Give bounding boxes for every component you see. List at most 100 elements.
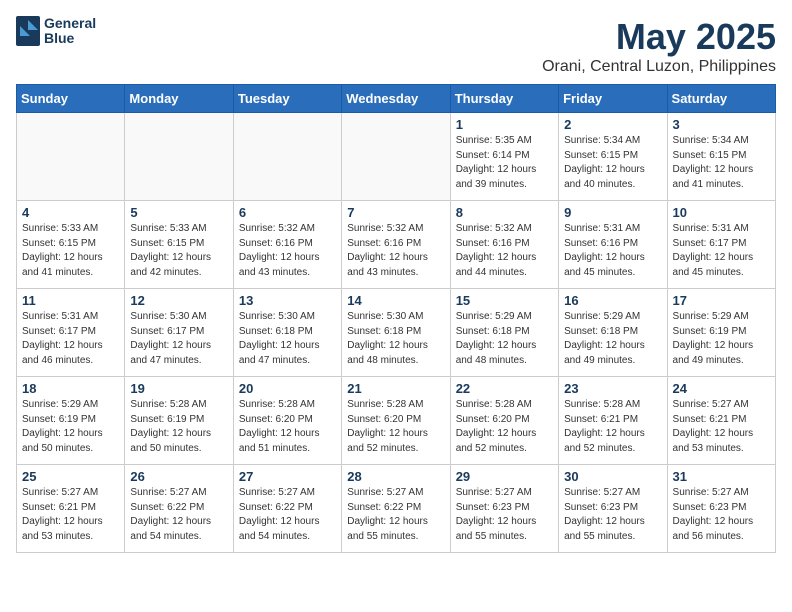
day-number: 6 — [239, 205, 336, 220]
calendar: SundayMondayTuesdayWednesdayThursdayFrid… — [16, 84, 776, 553]
day-info: Sunrise: 5:28 AM Sunset: 6:20 PM Dayligh… — [347, 398, 444, 456]
day-info: Sunrise: 5:29 AM Sunset: 6:19 PM Dayligh… — [673, 310, 770, 368]
day-number: 10 — [673, 205, 770, 220]
calendar-cell: 5 Sunrise: 5:33 AM Sunset: 6:15 PM Daylig… — [125, 201, 233, 289]
day-info: Sunrise: 5:33 AM Sunset: 6:15 PM Dayligh… — [22, 222, 119, 280]
day-number: 17 — [673, 293, 770, 308]
calendar-cell — [17, 113, 125, 201]
calendar-week-row: 11 Sunrise: 5:31 AM Sunset: 6:17 PM Dayli… — [17, 289, 776, 377]
day-header-monday: Monday — [125, 85, 233, 113]
day-info: Sunrise: 5:28 AM Sunset: 6:20 PM Dayligh… — [456, 398, 553, 456]
logo-icon — [16, 16, 40, 46]
calendar-cell: 4 Sunrise: 5:33 AM Sunset: 6:15 PM Daylig… — [17, 201, 125, 289]
logo-line2: Blue — [44, 31, 96, 46]
day-number: 30 — [564, 469, 661, 484]
calendar-cell: 14 Sunrise: 5:30 AM Sunset: 6:18 PM Dayli… — [342, 289, 450, 377]
calendar-header-row: SundayMondayTuesdayWednesdayThursdayFrid… — [17, 85, 776, 113]
day-number: 9 — [564, 205, 661, 220]
calendar-cell — [125, 113, 233, 201]
calendar-cell: 26 Sunrise: 5:27 AM Sunset: 6:22 PM Dayli… — [125, 465, 233, 553]
day-number: 18 — [22, 381, 119, 396]
day-info: Sunrise: 5:31 AM Sunset: 6:17 PM Dayligh… — [22, 310, 119, 368]
day-number: 4 — [22, 205, 119, 220]
day-info: Sunrise: 5:31 AM Sunset: 6:17 PM Dayligh… — [673, 222, 770, 280]
day-number: 5 — [130, 205, 227, 220]
day-number: 23 — [564, 381, 661, 396]
day-number: 2 — [564, 117, 661, 132]
day-info: Sunrise: 5:35 AM Sunset: 6:14 PM Dayligh… — [456, 134, 553, 192]
day-header-sunday: Sunday — [17, 85, 125, 113]
calendar-cell: 18 Sunrise: 5:29 AM Sunset: 6:19 PM Dayli… — [17, 377, 125, 465]
day-header-thursday: Thursday — [450, 85, 558, 113]
calendar-cell: 13 Sunrise: 5:30 AM Sunset: 6:18 PM Dayli… — [233, 289, 341, 377]
day-info: Sunrise: 5:32 AM Sunset: 6:16 PM Dayligh… — [456, 222, 553, 280]
calendar-cell: 19 Sunrise: 5:28 AM Sunset: 6:19 PM Dayli… — [125, 377, 233, 465]
day-info: Sunrise: 5:30 AM Sunset: 6:18 PM Dayligh… — [239, 310, 336, 368]
calendar-cell: 25Sunrise: 5:27 AM Sunset: 6:21 PM Dayli… — [17, 465, 125, 553]
calendar-cell — [342, 113, 450, 201]
day-info: Sunrise: 5:29 AM Sunset: 6:18 PM Dayligh… — [456, 310, 553, 368]
day-info: Sunrise: 5:34 AM Sunset: 6:15 PM Dayligh… — [564, 134, 661, 192]
title-area: May 2025 Orani, Central Luzon, Philippin… — [542, 16, 776, 76]
calendar-cell: 12 Sunrise: 5:30 AM Sunset: 6:17 PM Dayli… — [125, 289, 233, 377]
calendar-cell: 7Sunrise: 5:32 AM Sunset: 6:16 PM Daylig… — [342, 201, 450, 289]
day-info: Sunrise: 5:30 AM Sunset: 6:18 PM Dayligh… — [347, 310, 444, 368]
day-info: Sunrise: 5:27 AM Sunset: 6:22 PM Dayligh… — [347, 486, 444, 544]
logo: General Blue — [16, 16, 96, 47]
day-number: 14 — [347, 293, 444, 308]
calendar-cell: 6 Sunrise: 5:32 AM Sunset: 6:16 PM Daylig… — [233, 201, 341, 289]
day-info: Sunrise: 5:27 AM Sunset: 6:23 PM Dayligh… — [673, 486, 770, 544]
day-header-tuesday: Tuesday — [233, 85, 341, 113]
day-number: 13 — [239, 293, 336, 308]
calendar-cell: 3Sunrise: 5:34 AM Sunset: 6:15 PM Daylig… — [667, 113, 775, 201]
day-info: Sunrise: 5:29 AM Sunset: 6:18 PM Dayligh… — [564, 310, 661, 368]
day-header-friday: Friday — [559, 85, 667, 113]
calendar-cell: 23 Sunrise: 5:28 AM Sunset: 6:21 PM Dayli… — [559, 377, 667, 465]
day-number: 3 — [673, 117, 770, 132]
day-info: Sunrise: 5:28 AM Sunset: 6:21 PM Dayligh… — [564, 398, 661, 456]
day-info: Sunrise: 5:33 AM Sunset: 6:15 PM Dayligh… — [130, 222, 227, 280]
day-info: Sunrise: 5:27 AM Sunset: 6:23 PM Dayligh… — [564, 486, 661, 544]
day-number: 27 — [239, 469, 336, 484]
day-number: 22 — [456, 381, 553, 396]
calendar-cell: 24 Sunrise: 5:27 AM Sunset: 6:21 PM Dayli… — [667, 377, 775, 465]
day-number: 21 — [347, 381, 444, 396]
calendar-cell: 1 Sunrise: 5:35 AM Sunset: 6:14 PM Daylig… — [450, 113, 558, 201]
calendar-cell: 20Sunrise: 5:28 AM Sunset: 6:20 PM Dayli… — [233, 377, 341, 465]
day-number: 1 — [456, 117, 553, 132]
day-number: 16 — [564, 293, 661, 308]
day-number: 31 — [673, 469, 770, 484]
calendar-cell: 29 Sunrise: 5:27 AM Sunset: 6:23 PM Dayli… — [450, 465, 558, 553]
header: General Blue May 2025 Orani, Central Luz… — [16, 16, 776, 76]
calendar-cell: 28Sunrise: 5:27 AM Sunset: 6:22 PM Dayli… — [342, 465, 450, 553]
logo-line1: General — [44, 16, 96, 31]
calendar-cell: 17 Sunrise: 5:29 AM Sunset: 6:19 PM Dayli… — [667, 289, 775, 377]
calendar-week-row: 4 Sunrise: 5:33 AM Sunset: 6:15 PM Daylig… — [17, 201, 776, 289]
calendar-cell: 30 Sunrise: 5:27 AM Sunset: 6:23 PM Dayli… — [559, 465, 667, 553]
day-info: Sunrise: 5:31 AM Sunset: 6:16 PM Dayligh… — [564, 222, 661, 280]
day-number: 15 — [456, 293, 553, 308]
calendar-cell: 16 Sunrise: 5:29 AM Sunset: 6:18 PM Dayli… — [559, 289, 667, 377]
calendar-week-row: 1 Sunrise: 5:35 AM Sunset: 6:14 PM Daylig… — [17, 113, 776, 201]
day-info: Sunrise: 5:32 AM Sunset: 6:16 PM Dayligh… — [239, 222, 336, 280]
day-number: 24 — [673, 381, 770, 396]
day-number: 12 — [130, 293, 227, 308]
day-info: Sunrise: 5:29 AM Sunset: 6:19 PM Dayligh… — [22, 398, 119, 456]
day-number: 26 — [130, 469, 227, 484]
day-info: Sunrise: 5:30 AM Sunset: 6:17 PM Dayligh… — [130, 310, 227, 368]
calendar-cell: 10 Sunrise: 5:31 AM Sunset: 6:17 PM Dayli… — [667, 201, 775, 289]
calendar-cell: 15 Sunrise: 5:29 AM Sunset: 6:18 PM Dayli… — [450, 289, 558, 377]
day-number: 29 — [456, 469, 553, 484]
calendar-cell — [233, 113, 341, 201]
day-number: 19 — [130, 381, 227, 396]
calendar-week-row: 18 Sunrise: 5:29 AM Sunset: 6:19 PM Dayli… — [17, 377, 776, 465]
day-info: Sunrise: 5:28 AM Sunset: 6:19 PM Dayligh… — [130, 398, 227, 456]
location-title: Orani, Central Luzon, Philippines — [542, 58, 776, 76]
day-header-wednesday: Wednesday — [342, 85, 450, 113]
day-info: Sunrise: 5:27 AM Sunset: 6:22 PM Dayligh… — [130, 486, 227, 544]
day-number: 11 — [22, 293, 119, 308]
calendar-cell: 27Sunrise: 5:27 AM Sunset: 6:22 PM Dayli… — [233, 465, 341, 553]
calendar-cell: 11 Sunrise: 5:31 AM Sunset: 6:17 PM Dayli… — [17, 289, 125, 377]
day-info: Sunrise: 5:27 AM Sunset: 6:21 PM Dayligh… — [673, 398, 770, 456]
day-info: Sunrise: 5:27 AM Sunset: 6:23 PM Dayligh… — [456, 486, 553, 544]
